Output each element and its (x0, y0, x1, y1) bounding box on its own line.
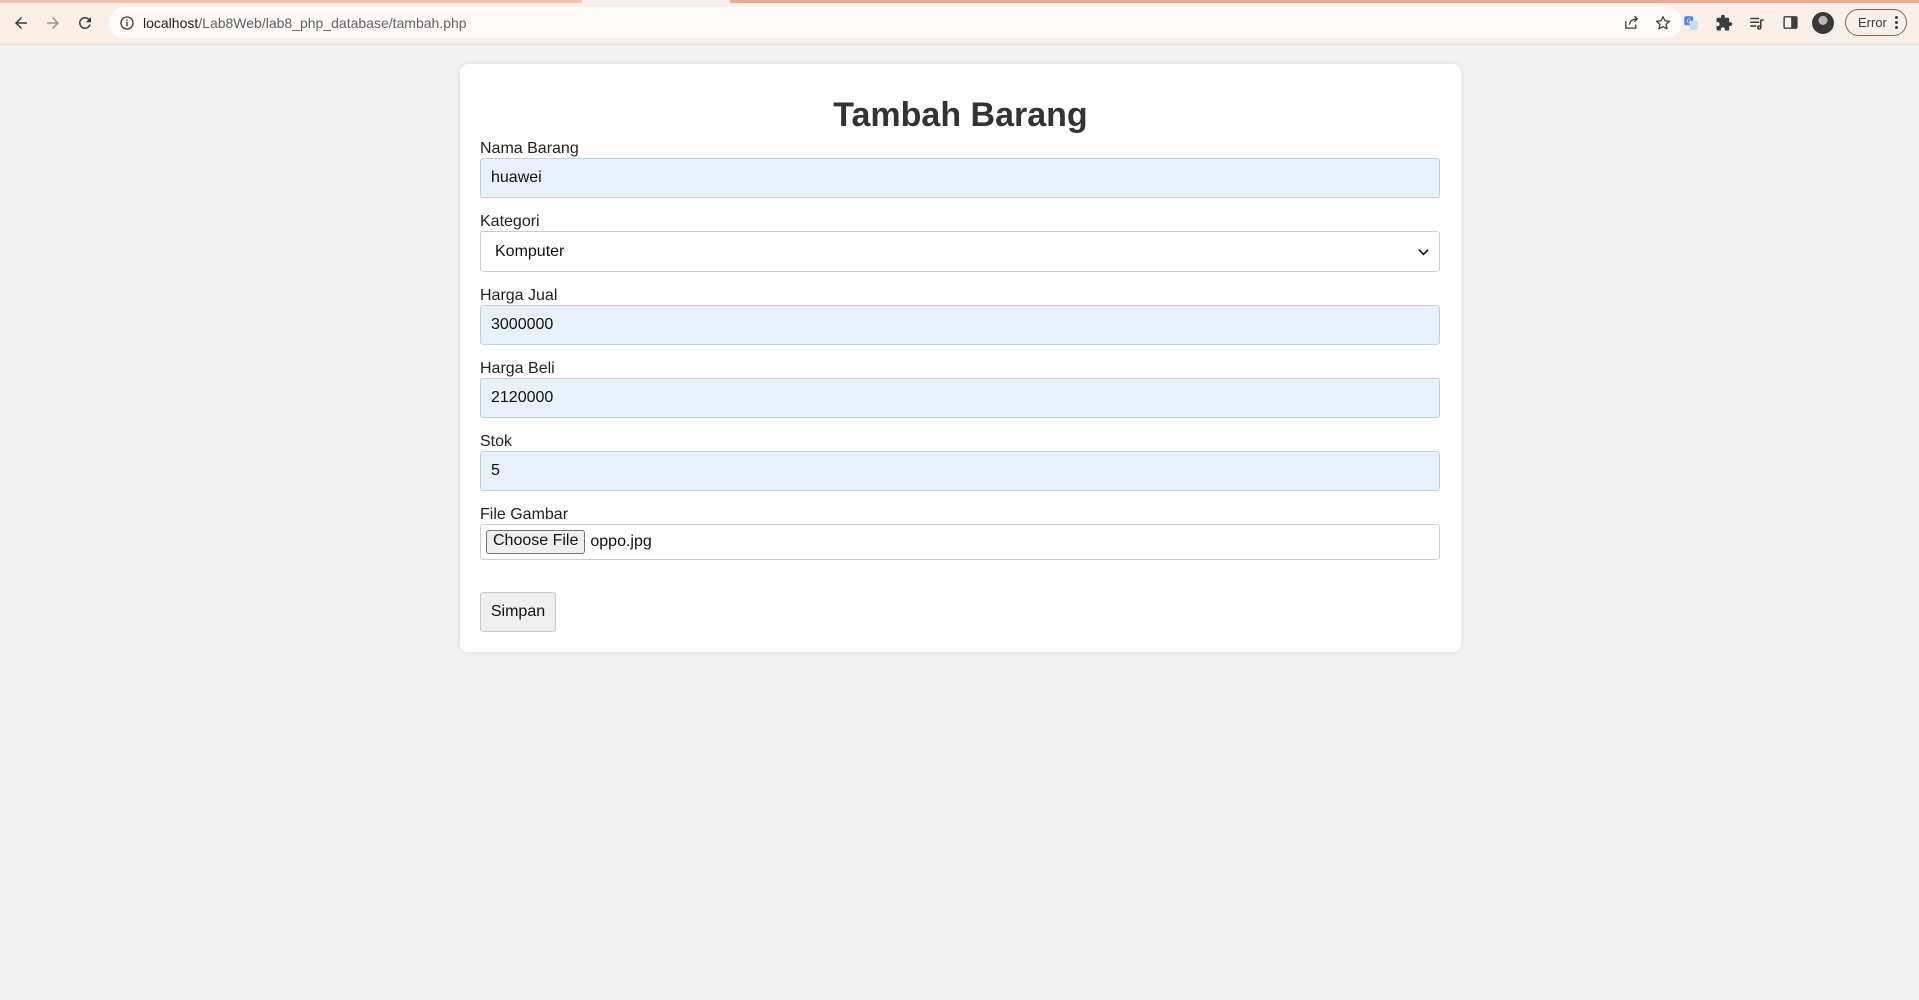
bookmark-star-icon[interactable] (1654, 14, 1672, 32)
nama-barang-label: Nama Barang (480, 140, 579, 157)
page-title: Tambah Barang (833, 96, 1088, 134)
harga-beli-label: Harga Beli (480, 360, 555, 377)
form-card: Tambah Barang Nama Barang Kategori Kompu… (460, 64, 1461, 652)
loading-indicator-accent (730, 0, 1919, 3)
extensions-icon[interactable] (1713, 12, 1735, 34)
field-nama-barang: Nama Barang (480, 140, 1440, 198)
chosen-file-name: oppo.jpg (590, 533, 652, 550)
choose-file-button[interactable]: Choose File (486, 530, 586, 554)
svg-text:G: G (1687, 18, 1692, 25)
nama-barang-input[interactable] (480, 158, 1440, 198)
reload-icon (78, 16, 91, 29)
forward-button[interactable] (38, 8, 68, 38)
url-host: localhost (143, 14, 199, 31)
extensions-area: G Error (1680, 7, 1907, 38)
kategori-label: Kategori (480, 213, 540, 230)
stok-label: Stok (480, 433, 513, 450)
share-icon[interactable] (1623, 14, 1640, 31)
stok-input[interactable] (480, 451, 1440, 491)
field-harga-jual: Harga Jual (480, 287, 1440, 345)
field-stok: Stok (480, 433, 1440, 491)
harga-jual-label: Harga Jual (480, 287, 558, 304)
simpan-button[interactable]: Simpan (480, 592, 556, 632)
field-file-gambar: File Gambar Choose File oppo.jpg (480, 506, 1440, 560)
file-gambar-label: File Gambar (480, 506, 569, 523)
browser-toolbar: localhost/Lab8Web/lab8_php_database/tamb… (0, 0, 1919, 45)
kategori-select[interactable]: Komputer (480, 231, 1440, 272)
harga-beli-input[interactable] (480, 378, 1440, 418)
url-text[interactable]: localhost/Lab8Web/lab8_php_database/tamb… (143, 15, 467, 31)
chevron-down-icon (1418, 248, 1429, 255)
field-harga-beli: Harga Beli (480, 360, 1440, 418)
file-gambar-input[interactable]: Choose File oppo.jpg (480, 524, 1440, 560)
back-button[interactable] (6, 8, 36, 38)
harga-jual-input[interactable] (480, 305, 1440, 345)
site-info-button[interactable] (118, 14, 136, 32)
loading-indicator (0, 0, 582, 3)
profile-error-button[interactable]: Error (1845, 9, 1907, 36)
side-panel-icon[interactable] (1779, 12, 1801, 34)
address-bar[interactable]: localhost/Lab8Web/lab8_php_database/tamb… (109, 7, 1682, 38)
kebab-menu-icon[interactable] (1894, 16, 1898, 29)
profile-error-label: Error (1858, 15, 1887, 30)
reload-button[interactable] (70, 8, 100, 38)
field-kategori: Kategori Komputer (480, 213, 1440, 272)
avatar[interactable] (1812, 11, 1834, 34)
site-info-icon (120, 15, 134, 30)
url-path: /Lab8Web/lab8_php_database/tambah.php (198, 14, 467, 31)
forward-icon (47, 17, 59, 29)
translate-icon[interactable]: G (1680, 12, 1702, 34)
kategori-selected-value: Komputer (495, 242, 565, 260)
back-icon (15, 17, 27, 29)
reading-list-icon[interactable] (1746, 12, 1768, 34)
